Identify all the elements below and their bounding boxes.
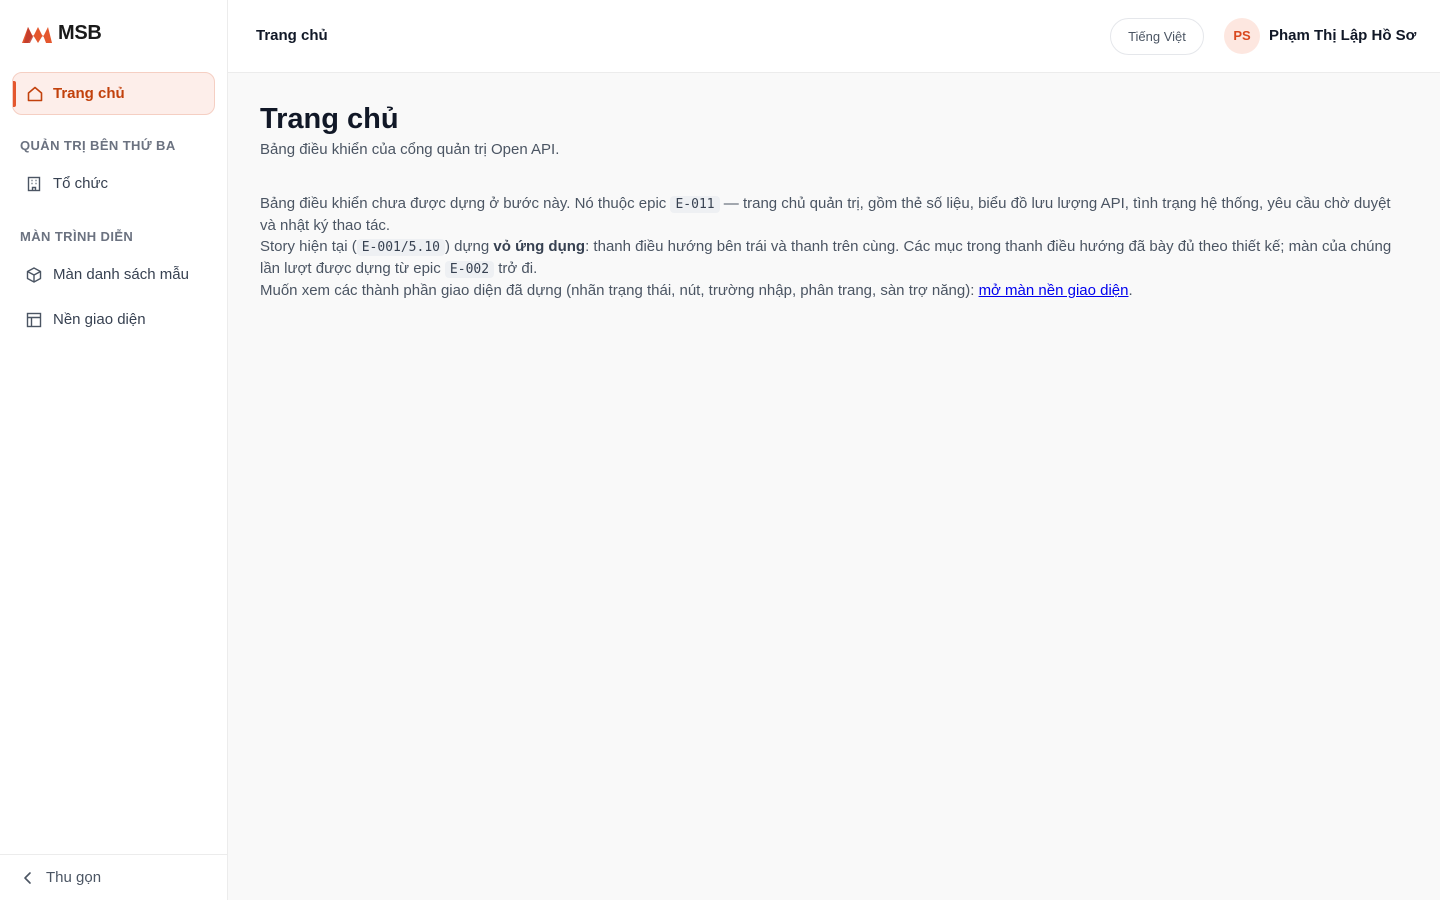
brand-logo[interactable]: MSB — [20, 22, 102, 45]
chevron-left-icon — [24, 872, 31, 884]
sidebar-item-label: Nền giao diện — [53, 311, 146, 328]
text: . — [1128, 282, 1133, 299]
paragraph-epic: Bảng điều khiển chưa được dựng ở bước nà… — [260, 193, 1410, 236]
active-indicator — [13, 81, 16, 107]
text: Bảng điều khiển chưa được dựng ở bước nà… — [260, 195, 671, 212]
brand-name: MSB — [58, 22, 102, 44]
app-shell-label: vỏ ứng dụng — [493, 238, 586, 255]
sidebar-item-home[interactable]: Trang chủ — [12, 72, 215, 115]
box-icon — [26, 267, 42, 283]
page-title: Trang chủ — [260, 103, 399, 135]
section-title-demo: MÀN TRÌNH DIỄN — [20, 229, 134, 244]
page-subtitle: Bảng điều khiển của cổng quản trị Open A… — [260, 141, 560, 158]
epic-code: E-011 — [670, 196, 720, 213]
msb-logo-icon — [22, 26, 52, 43]
collapse-label: Thu gọn — [46, 869, 102, 886]
sidebar: MSB Trang chủ QUẢN TRỊ BÊN THỨ BA Tổ chứ… — [0, 0, 228, 900]
sidebar-item-ui-foundation[interactable]: Nền giao diện — [12, 302, 215, 338]
text: Muốn xem các thành phần giao diện đã dựn… — [260, 282, 979, 299]
collapse-sidebar-button[interactable]: Thu gọn — [0, 854, 227, 900]
home-icon — [27, 86, 43, 102]
sidebar-item-label: Tổ chức — [53, 175, 109, 192]
sidebar-item-sample-list[interactable]: Màn danh sách mẫu — [12, 257, 215, 293]
text: trở đi. — [494, 260, 538, 277]
sidebar-item-organization[interactable]: Tổ chức — [12, 166, 215, 202]
epic-code: E-002 — [444, 261, 495, 278]
paragraph-story: Story hiện tại (E-001/5.10) dựng vỏ ứng … — [260, 236, 1410, 280]
main-content: Trang chủ Bảng điều khiển của cổng quản … — [260, 100, 1410, 301]
breadcrumb: Trang chủ — [256, 27, 328, 44]
layout-icon — [26, 312, 42, 328]
section-title-third-party: QUẢN TRỊ BÊN THỨ BA — [20, 138, 176, 153]
text: Story hiện tại ( — [260, 238, 357, 255]
ui-foundation-link[interactable]: mở màn nền giao diện — [979, 282, 1129, 299]
story-code: E-001/5.10 — [356, 239, 445, 256]
avatar[interactable]: PS — [1224, 18, 1260, 54]
paragraph-foundation: Muốn xem các thành phần giao diện đã dựn… — [260, 280, 1410, 301]
language-button[interactable]: Tiếng Việt — [1110, 18, 1204, 55]
sidebar-item-label: Trang chủ — [53, 85, 125, 102]
sidebar-item-label: Màn danh sách mẫu — [53, 266, 189, 283]
description: Bảng điều khiển chưa được dựng ở bước nà… — [260, 193, 1410, 301]
top-bar: Trang chủ Tiếng Việt PS Phạm Thị Lập Hồ … — [228, 0, 1440, 73]
text: ) dựng — [445, 238, 494, 255]
user-name[interactable]: Phạm Thị Lập Hồ Sơ — [1269, 27, 1416, 44]
building-icon — [27, 176, 41, 192]
